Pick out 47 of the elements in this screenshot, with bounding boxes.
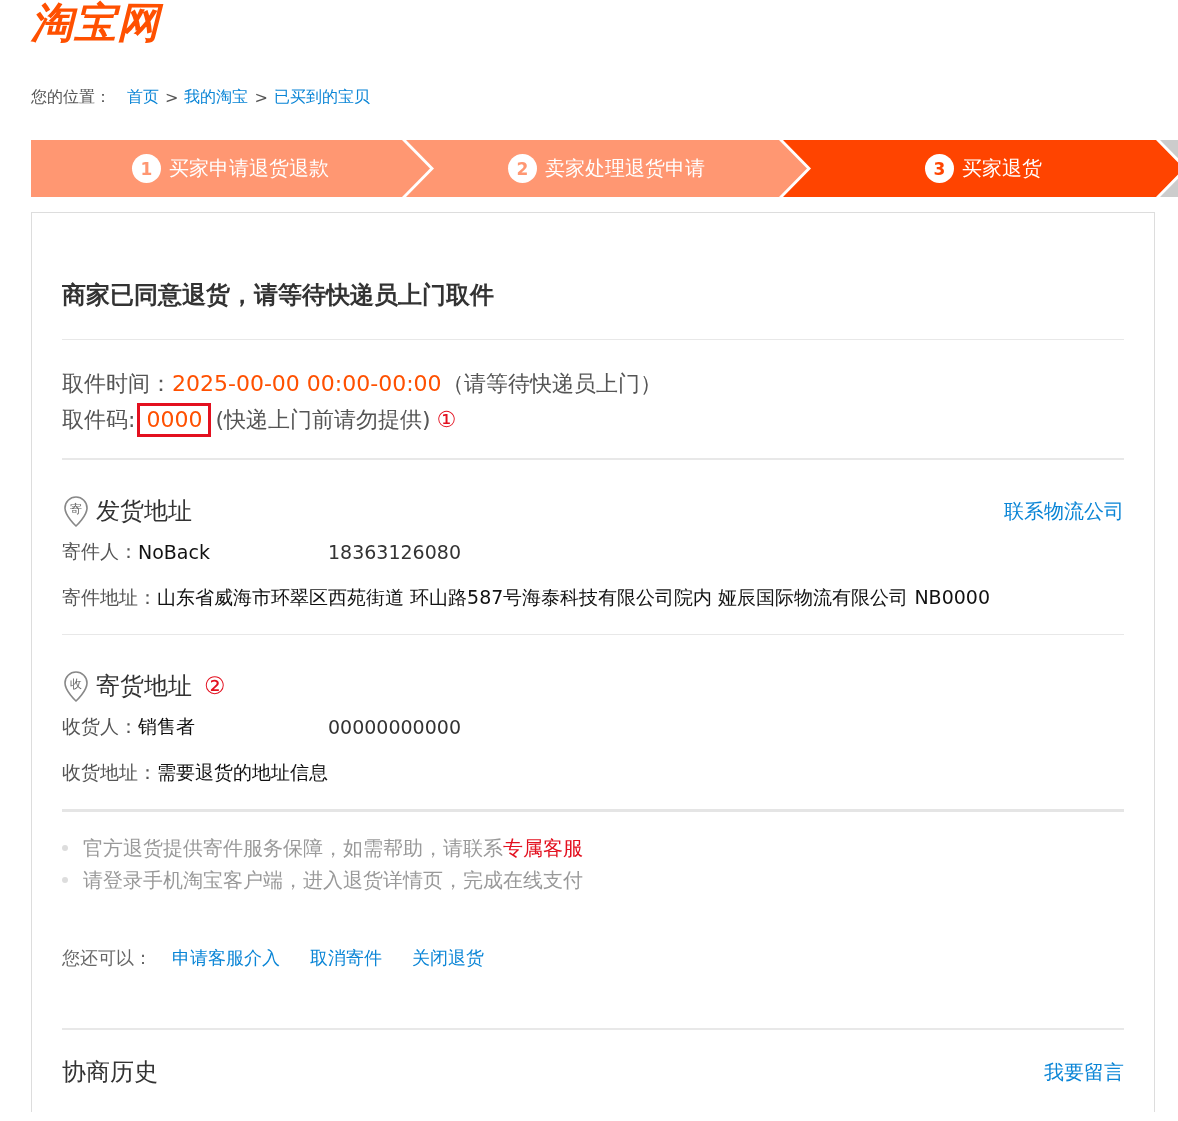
pickup-code-note: (快递上门前请勿提供) [215, 406, 431, 434]
phone-number: 00000000000 [328, 716, 461, 738]
breadcrumb-label: 您的位置： [31, 86, 111, 108]
pickup-time-label: 取件时间： [62, 370, 172, 398]
contact-name: NoBack [138, 541, 211, 563]
pickup-code-label: 取件码: [62, 406, 136, 434]
bullet-dot [62, 877, 68, 883]
annotation-number: ① [436, 406, 457, 434]
name-label: 收货人： [62, 714, 138, 739]
step-label: 买家申请退货退款 [169, 155, 329, 182]
address-label: 收货地址： [62, 760, 157, 785]
address-label: 寄件地址： [62, 585, 157, 610]
pickup-time-note: （请等待快递员上门） [441, 370, 662, 398]
step-number: 1 [132, 154, 161, 183]
breadcrumb-link[interactable]: 我的淘宝 [184, 86, 249, 108]
customer-service-link[interactable]: 专属客服 [503, 836, 583, 860]
step-number: 3 [925, 154, 954, 183]
step-number: 2 [508, 154, 537, 183]
action-link[interactable]: 取消寄件 [310, 946, 382, 970]
more-actions-label: 您还可以： [62, 946, 152, 970]
contact-link[interactable]: 联系物流公司 [1004, 497, 1124, 525]
leave-message-link[interactable]: 我要留言 [1044, 1058, 1124, 1086]
section-title: 发货地址 [96, 496, 192, 527]
history-title: 协商历史 [62, 1057, 158, 1088]
annotation-number: ② [204, 672, 226, 700]
tip-text: 官方退货提供寄件服务保障，如需帮助，请联系专属客服 [83, 835, 583, 862]
status-title: 商家已同意退货，请等待快递员上门取件 [62, 213, 1124, 340]
contact-name: 销售者 [138, 714, 196, 739]
phone-number: 18363126080 [328, 541, 461, 563]
pickup-code: 0000 [137, 403, 212, 437]
name-label: 寄件人： [62, 539, 138, 564]
step-label: 卖家处理退货申请 [545, 155, 705, 182]
bullet-dot [62, 845, 68, 851]
address-text: 山东省威海市环翠区西苑街道 环山路587号海泰科技有限公司院内 娅辰国际物流有限公司 NB0000 [157, 585, 990, 610]
breadcrumb-link[interactable]: 已买到的宝贝 [273, 86, 370, 108]
action-link[interactable]: 申请客服介入 [172, 946, 280, 970]
location-pin-icon: 寄 [62, 494, 90, 528]
pickup-time-value: 2025-00-00 00:00-00:00 [172, 370, 442, 398]
breadcrumb-separator: > [165, 87, 179, 107]
action-link[interactable]: 关闭退货 [412, 946, 484, 970]
breadcrumb-link[interactable]: 首页 [127, 86, 159, 108]
tip-text: 请登录手机淘宝客户端，进入退货详情页，完成在线支付 [83, 867, 583, 894]
address-text: 需要退货的地址信息 [157, 760, 328, 785]
breadcrumb-separator: > [254, 87, 268, 107]
section-title: 寄货地址 [96, 671, 192, 702]
location-pin-icon: 收 [62, 669, 90, 703]
step-label: 买家退货 [962, 155, 1042, 182]
